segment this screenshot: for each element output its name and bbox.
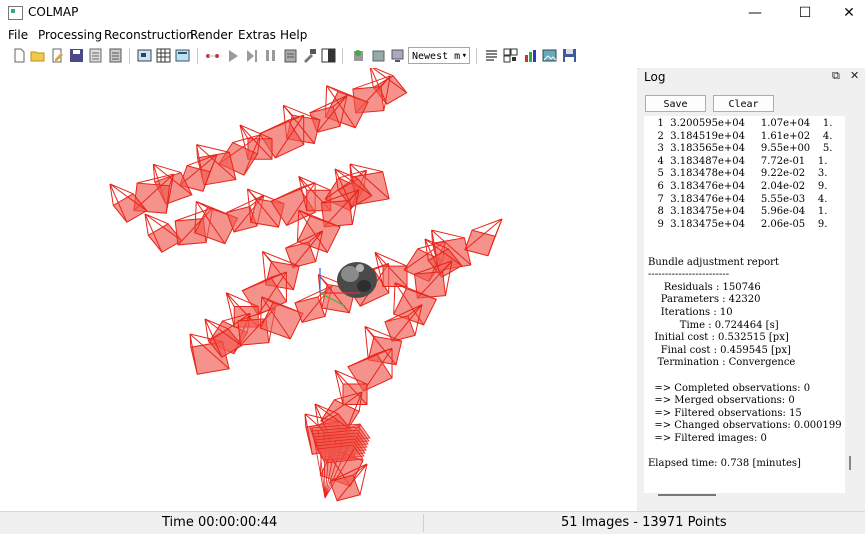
toolbar-separator (342, 48, 343, 64)
open-project-icon[interactable] (30, 48, 45, 63)
log-line: 7 3.183476e+04 5.55e-03 4. (648, 194, 827, 205)
export-model-icon[interactable] (108, 48, 123, 63)
log-line: 2 3.184519e+04 1.61e+02 4. (648, 131, 832, 142)
menu-processing[interactable]: Processing (38, 28, 102, 42)
feature-matching-icon[interactable] (156, 48, 171, 63)
camera-frusta (110, 68, 502, 501)
reconstruction-step-icon[interactable] (225, 48, 240, 63)
scrollbar-thumb[interactable] (658, 494, 716, 496)
cluster-icon[interactable] (503, 48, 518, 63)
log-line: 5 3.183478e+04 9.22e-02 3. (648, 168, 827, 179)
log-line: Elapsed time: 0.738 [minutes] (648, 458, 801, 469)
save-project-icon[interactable] (69, 48, 84, 63)
reconstruction-options-icon[interactable] (283, 48, 298, 63)
log-output[interactable]: 1 3.200595e+04 1.07e+04 1. 2 3.184519e+0… (644, 116, 845, 493)
log-panel: Log ⧉ ✕ Save Clear 1 3.200595e+04 1.07e+… (640, 68, 865, 511)
reconstruction-stop-icon[interactable] (263, 48, 278, 63)
log-line: Termination : Convergence (648, 357, 795, 368)
picture-icon[interactable] (542, 48, 557, 63)
log-line: => Filtered images: 0 (648, 433, 767, 444)
close-button[interactable]: ✕ (827, 0, 865, 26)
window-title: COLMAP (28, 5, 78, 19)
menu-file[interactable]: File (8, 28, 28, 42)
log-vertical-scrollbar[interactable] (848, 116, 856, 493)
database-management-icon[interactable] (175, 48, 190, 63)
model-select-value: Newest m (412, 51, 460, 62)
log-line: Final cost : 0.459545 [px] (648, 345, 791, 356)
log-line: Time : 0.724464 [s] (648, 320, 779, 331)
log-line: Parameters : 42320 (648, 294, 761, 305)
menu-help[interactable]: Help (280, 28, 307, 42)
feature-extraction-icon[interactable] (137, 48, 152, 63)
chevron-down-icon: ▾ (462, 48, 467, 65)
scrollbar-thumb[interactable] (849, 456, 851, 470)
camera-frustum (465, 219, 502, 256)
menu-render[interactable]: Render (190, 28, 233, 42)
new-project-icon[interactable] (12, 48, 27, 63)
log-line: 9 3.183475e+04 2.06e-05 9. (648, 219, 827, 230)
log-panel-title: Log (644, 70, 665, 84)
clear-log-button[interactable]: Clear (713, 95, 774, 112)
log-icon[interactable] (390, 48, 405, 63)
menu-reconstruction[interactable]: Reconstruction (104, 28, 194, 42)
import-model-icon[interactable] (88, 48, 103, 63)
match-matrix-icon[interactable] (371, 48, 386, 63)
maximize-button[interactable]: ☐ (783, 0, 827, 26)
model-viewer[interactable] (0, 68, 637, 511)
log-horizontal-scrollbar[interactable] (644, 493, 845, 499)
log-line: => Filtered observations: 15 (648, 408, 802, 419)
reconstruction-pause-icon[interactable] (244, 48, 259, 63)
log-line: 8 3.183475e+04 5.96e-04 1. (648, 206, 827, 217)
log-line: Residuals : 150746 (648, 282, 761, 293)
render-toggle-icon[interactable] (321, 48, 336, 63)
close-panel-icon[interactable]: ✕ (850, 69, 859, 82)
save-log-button[interactable]: Save (645, 95, 706, 112)
status-counts: 51 Images - 13971 Points (561, 515, 727, 530)
log-line: => Completed observations: 0 (648, 383, 810, 394)
menu-bar: File Processing Reconstruction Render Ex… (0, 26, 865, 44)
floppy-icon[interactable] (562, 48, 577, 63)
toolbar-separator (197, 48, 198, 64)
status-bar: Time 00:00:00:44 51 Images - 13971 Point… (0, 511, 865, 534)
edit-project-icon[interactable] (50, 48, 65, 63)
status-time: Time 00:00:00:44 (162, 515, 277, 530)
status-divider (423, 514, 424, 532)
log-line: Iterations : 10 (648, 307, 733, 318)
undistort-icon[interactable] (484, 48, 499, 63)
model-select[interactable]: Newest m▾ (408, 47, 470, 64)
log-line: Bundle adjustment report (648, 257, 779, 268)
toolbar-separator (476, 48, 477, 64)
minimize-button[interactable]: — (733, 0, 777, 26)
title-bar: COLMAP — ☐ ✕ (0, 0, 865, 26)
log-line: 3 3.183565e+04 9.55e+00 5. (648, 143, 832, 154)
log-line: 6 3.183476e+04 2.04e-02 9. (648, 181, 827, 192)
log-line: 4 3.183487e+04 7.72e-01 1. (648, 156, 827, 167)
log-line: => Changed observations: 0.000199 (648, 420, 842, 431)
toolbar-separator (129, 48, 130, 64)
reconstruction-stats-icon[interactable] (351, 48, 366, 63)
log-line: => Merged observations: 0 (648, 395, 795, 406)
save-icon[interactable] (523, 48, 538, 63)
bundle-adjustment-icon[interactable] (302, 48, 317, 63)
log-line: Initial cost : 0.532515 [px] (648, 332, 789, 343)
float-panel-icon[interactable]: ⧉ (832, 69, 840, 83)
log-line: ------------------------ (648, 269, 729, 280)
toolbar: Newest m▾ (0, 44, 865, 69)
reconstruction-start-icon[interactable] (205, 48, 220, 63)
reconstruction-scene[interactable] (0, 68, 637, 511)
app-icon (8, 6, 23, 20)
menu-extras[interactable]: Extras (238, 28, 276, 42)
log-line: 1 3.200595e+04 1.07e+04 1. (648, 118, 832, 129)
